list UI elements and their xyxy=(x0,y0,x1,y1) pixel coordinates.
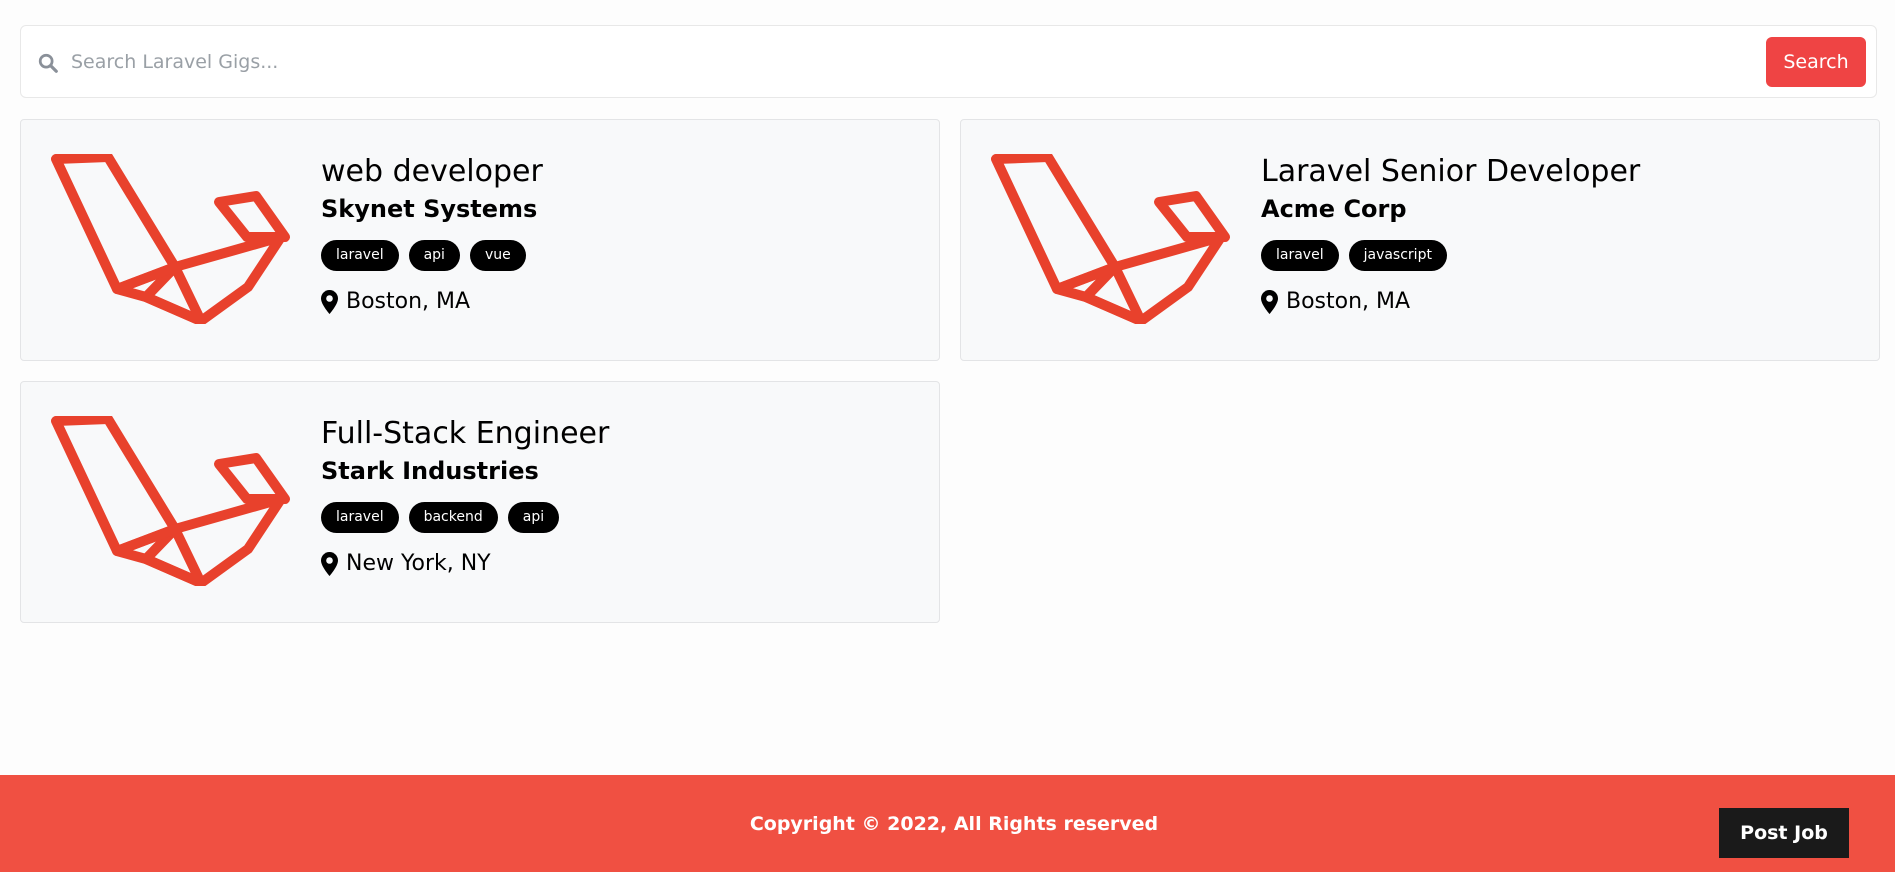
listing-info: Laravel Senior Developer Acme Corp larav… xyxy=(1261,152,1640,314)
tag[interactable]: laravel xyxy=(321,240,399,271)
location-text: Boston, MA xyxy=(1286,289,1411,314)
laravel-logo xyxy=(991,154,1230,324)
job-title[interactable]: web developer xyxy=(321,152,543,192)
tag-list: laravel javascript xyxy=(1261,240,1640,271)
post-job-button[interactable]: Post Job xyxy=(1719,808,1849,858)
map-pin-icon xyxy=(321,289,338,314)
listing-card[interactable]: Full-Stack Engineer Stark Industries lar… xyxy=(20,381,940,623)
search-icon xyxy=(38,53,58,73)
tag-list: laravel api vue xyxy=(321,240,543,271)
tag-list: laravel backend api xyxy=(321,502,609,533)
tag[interactable]: javascript xyxy=(1348,240,1447,271)
location-text: Boston, MA xyxy=(346,289,471,314)
search-bar: Search xyxy=(20,25,1877,98)
tag[interactable]: backend xyxy=(408,502,498,533)
job-title[interactable]: Laravel Senior Developer xyxy=(1261,152,1640,192)
search-input[interactable] xyxy=(71,44,1751,80)
company-name: Stark Industries xyxy=(321,457,539,485)
map-pin-icon xyxy=(1261,289,1278,314)
location: Boston, MA xyxy=(321,289,543,314)
company-name: Acme Corp xyxy=(1261,195,1407,223)
listing-card[interactable]: Laravel Senior Developer Acme Corp larav… xyxy=(960,119,1880,361)
location: Boston, MA xyxy=(1261,289,1640,314)
copyright-text: Copyright © 2022, All Rights reserved xyxy=(749,813,1159,835)
map-pin-icon xyxy=(321,551,338,576)
search-button[interactable]: Search xyxy=(1766,37,1866,87)
tag[interactable]: api xyxy=(507,502,560,533)
tag[interactable]: laravel xyxy=(1261,240,1339,271)
job-title[interactable]: Full-Stack Engineer xyxy=(321,414,609,454)
listing-info: Full-Stack Engineer Stark Industries lar… xyxy=(321,414,609,576)
location-text: New York, NY xyxy=(346,551,491,576)
tag[interactable]: api xyxy=(408,240,460,271)
tag[interactable]: vue xyxy=(469,240,526,271)
laravel-logo xyxy=(51,154,290,324)
footer: Copyright © 2022, All Rights reserved Po… xyxy=(0,775,1895,872)
listing-card[interactable]: web developer Skynet Systems laravel api… xyxy=(20,119,940,361)
laravel-logo xyxy=(51,416,290,586)
company-name: Skynet Systems xyxy=(321,195,538,223)
tag[interactable]: laravel xyxy=(321,502,399,533)
location: New York, NY xyxy=(321,551,609,576)
listing-info: web developer Skynet Systems laravel api… xyxy=(321,152,543,314)
